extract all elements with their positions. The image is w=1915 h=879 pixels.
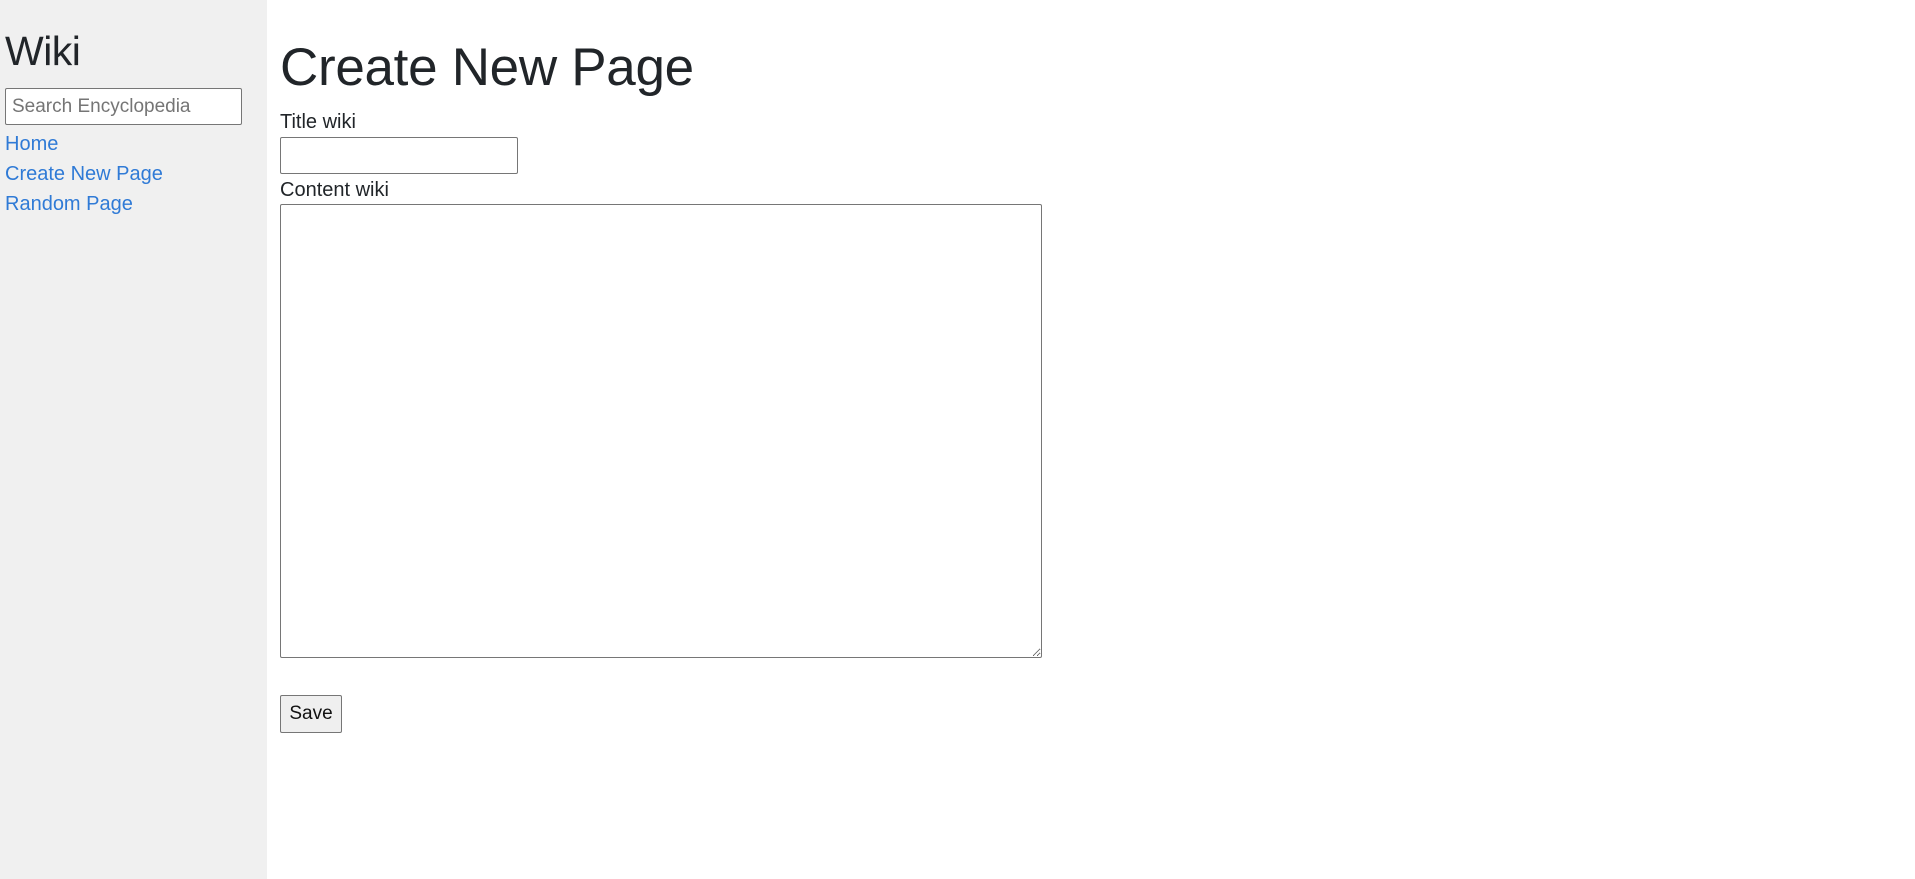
content-label: Content wiki — [280, 179, 389, 201]
sidebar-link-create-new-page[interactable]: Create New Page — [5, 159, 163, 189]
sidebar: Wiki Home Create New Page Random Page — [0, 0, 267, 879]
sidebar-link-random-page[interactable]: Random Page — [5, 189, 163, 219]
save-button[interactable]: Save — [280, 695, 342, 733]
title-input[interactable] — [280, 137, 518, 174]
search-input[interactable] — [5, 88, 242, 125]
content-textarea[interactable] — [280, 204, 1042, 658]
sidebar-link-home[interactable]: Home — [5, 129, 163, 159]
app-root: Wiki Home Create New Page Random Page Cr… — [0, 0, 1915, 879]
title-label: Title wiki — [280, 111, 356, 133]
sidebar-nav: Home Create New Page Random Page — [5, 129, 163, 219]
page-title: Create New Page — [280, 38, 694, 97]
sidebar-heading: Wiki — [5, 28, 81, 74]
